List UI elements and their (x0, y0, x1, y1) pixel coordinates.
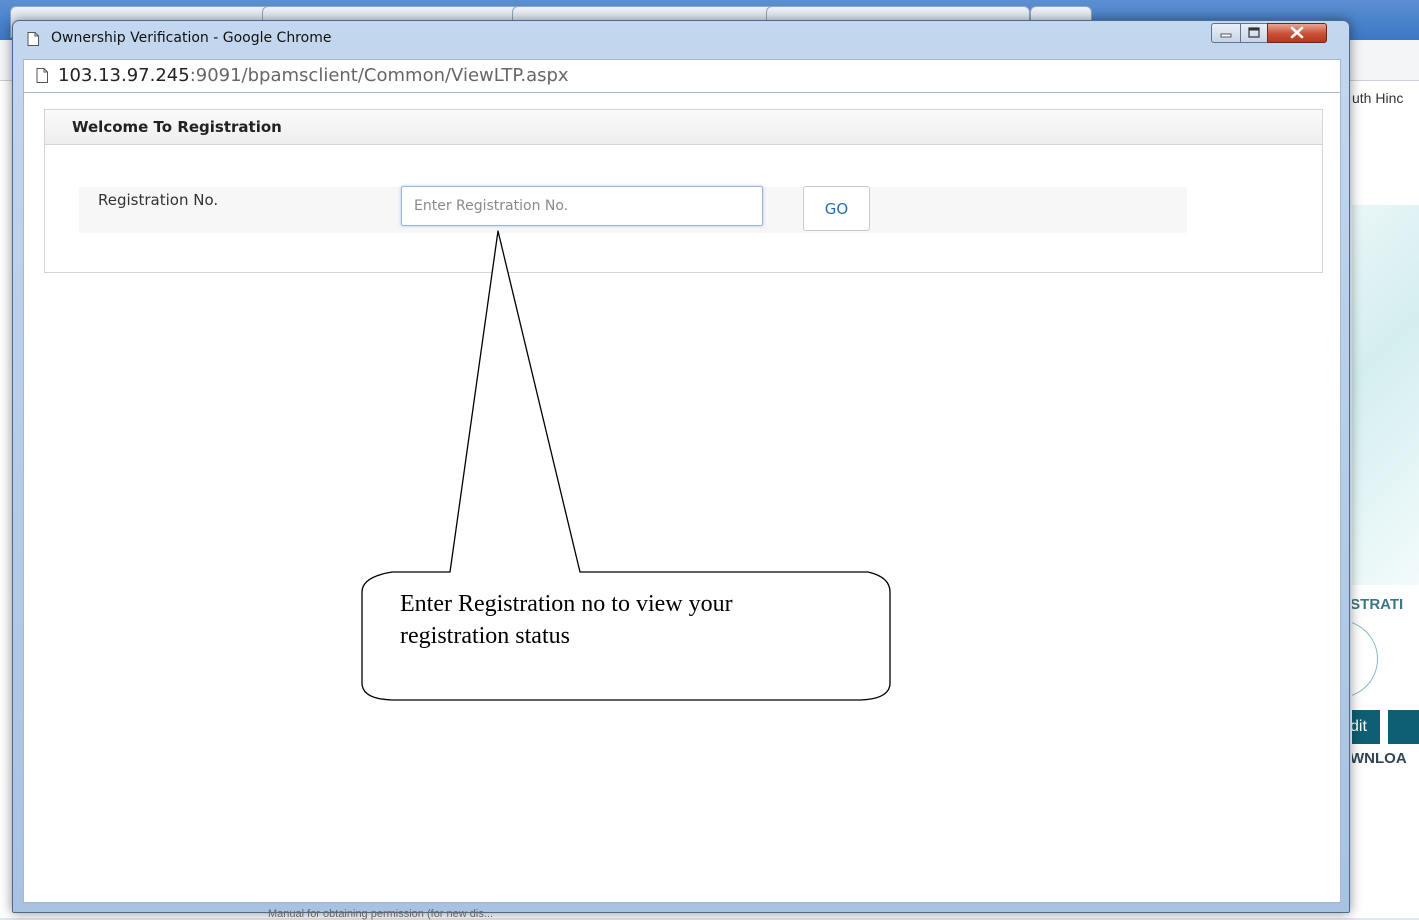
callout-text: Enter Registration no to view your regis… (400, 591, 733, 649)
background-bottom-text: Manual for obtaining permission (for new… (268, 908, 493, 920)
callout-shape (361, 230, 891, 701)
